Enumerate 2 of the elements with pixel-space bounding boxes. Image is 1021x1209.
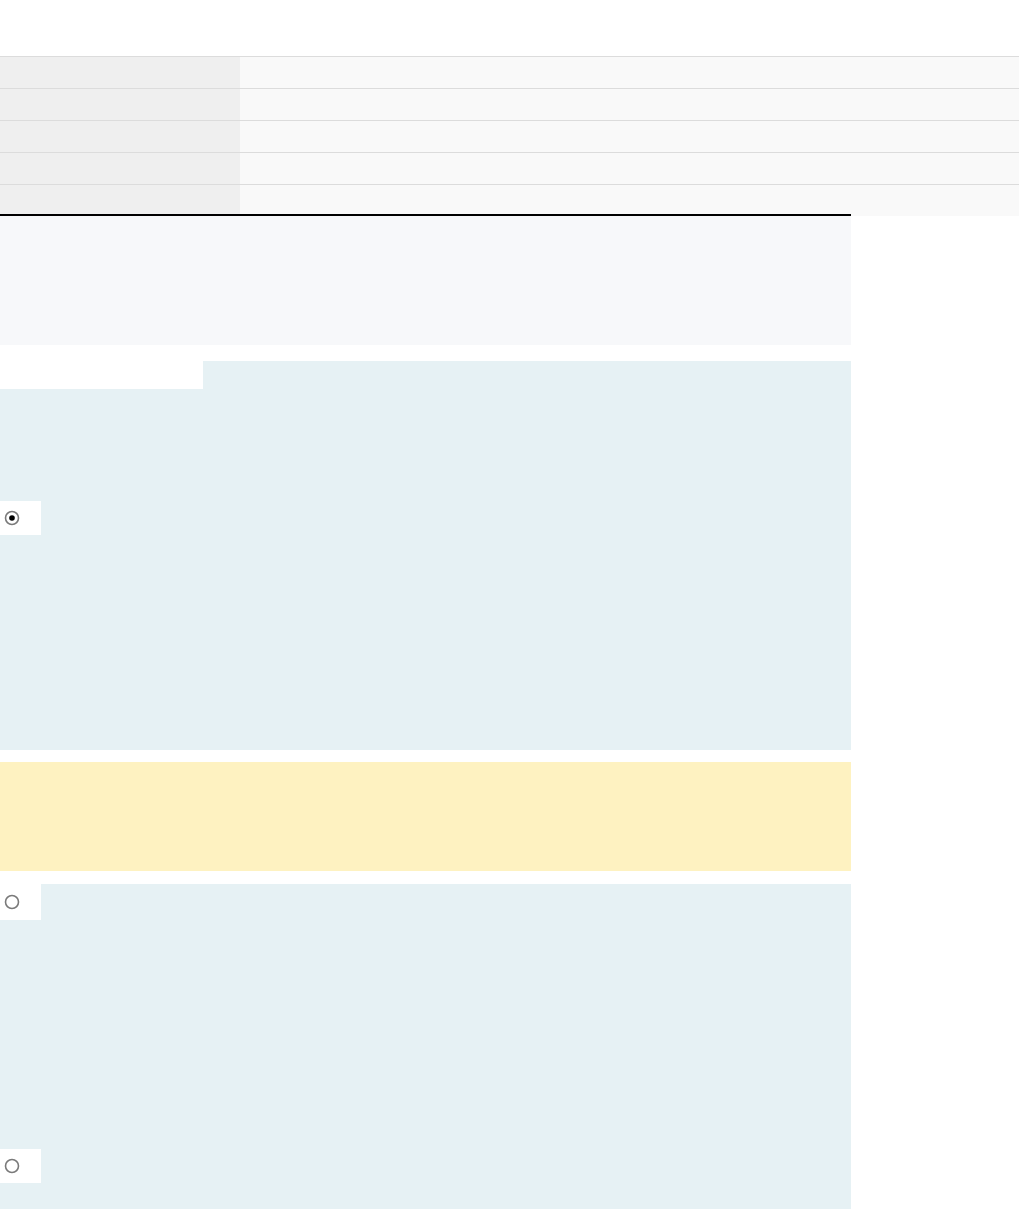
radio-option[interactable] bbox=[0, 1149, 41, 1183]
radio-option[interactable] bbox=[0, 501, 41, 535]
